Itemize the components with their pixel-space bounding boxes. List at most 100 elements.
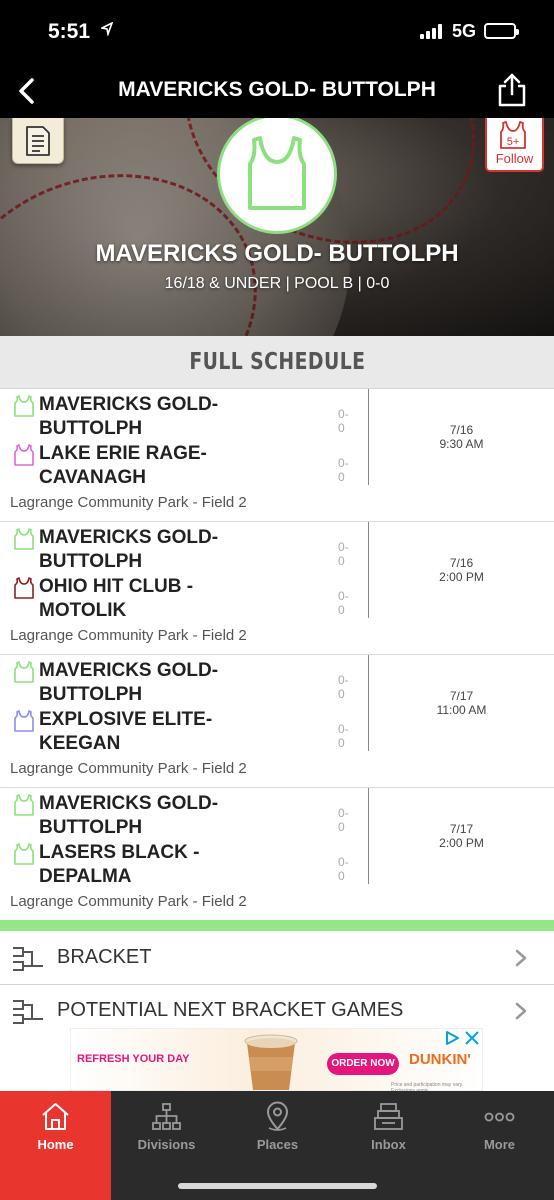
home-team-row: MAVERICKS GOLD- BUTTOLPH 0-0 <box>12 391 349 440</box>
away-jersey-icon <box>14 577 34 599</box>
bracket-icon <box>13 947 43 971</box>
status-time: 5:51 <box>48 20 91 43</box>
game-date: 7/17 <box>449 689 474 703</box>
home-score: 0-0 <box>338 540 349 568</box>
nav-bar: MAVERICKS GOLD- BUTTOLPH <box>0 64 554 118</box>
status-bar: 5:51 5G <box>0 0 554 64</box>
game-card[interactable]: MAVERICKS GOLD- BUTTOLPH 0-0 OHIO HIT CL… <box>0 522 554 655</box>
away-team-name: LASERS BLACK -DEPALMA <box>39 842 200 887</box>
game-card[interactable]: MAVERICKS GOLD- BUTTOLPH 0-0 LAKE ERIE R… <box>0 389 554 522</box>
home-team-row: MAVERICKS GOLD- BUTTOLPH 0-0 <box>12 657 349 706</box>
bracket-link[interactable]: BRACKET <box>0 932 554 984</box>
away-jersey-icon <box>14 444 34 466</box>
team-logo <box>217 118 337 234</box>
game-date: 7/16 <box>449 556 474 570</box>
team-subtitle: 16/18 & UNDER | POOL B | 0-0 <box>164 275 390 292</box>
team-color-band <box>0 920 554 931</box>
share-icon <box>498 73 526 107</box>
game-venue: Lagrange Community Park - Field 2 <box>10 893 247 910</box>
home-team-row: MAVERICKS GOLD- BUTTOLPH 0-0 <box>12 524 349 573</box>
away-team-name: EXPLOSIVE ELITE- KEEGAN <box>39 709 213 754</box>
ad-close-icon[interactable] <box>463 1030 481 1046</box>
tab-more-label: More <box>483 1137 516 1152</box>
battery-icon <box>484 23 519 39</box>
tab-divisions-label: Divisions <box>137 1137 196 1152</box>
tab-home-label: Home <box>37 1137 74 1152</box>
game-time: 9:30 AM <box>439 437 484 451</box>
places-icon <box>266 1101 289 1131</box>
ad-tagline: REFRESH YOUR DAY <box>77 1053 190 1065</box>
away-jersey-icon <box>14 710 34 732</box>
chevron-right-icon <box>515 1002 527 1020</box>
home-team-name: MAVERICKS GOLD- BUTTOLPH <box>39 527 219 572</box>
bracket-label: BRACKET <box>57 946 152 968</box>
signal-icon <box>420 23 442 39</box>
ad-choices-icon[interactable] <box>443 1030 461 1046</box>
home-team-row: MAVERICKS GOLD- BUTTOLPH 0-0 <box>12 790 349 839</box>
share-button[interactable] <box>496 72 528 108</box>
game-venue: Lagrange Community Park - Field 2 <box>10 494 247 511</box>
home-team-name: MAVERICKS GOLD- BUTTOLPH <box>39 793 219 838</box>
home-score: 0-0 <box>338 407 349 435</box>
home-jersey-icon <box>14 395 34 417</box>
home-score: 0-0 <box>338 806 349 834</box>
ad-banner[interactable]: REFRESH YOUR DAY ORDER NOW DUNKIN' Price… <box>70 1028 483 1094</box>
away-score: 0-0 <box>338 589 349 617</box>
game-datetime: 7/17 2:00 PM <box>369 822 554 850</box>
follow-button[interactable]: 5+ Follow <box>485 118 544 172</box>
game-datetime: 7/16 2:00 PM <box>369 556 554 584</box>
follow-label: Follow <box>495 151 534 166</box>
home-team-name: MAVERICKS GOLD- BUTTOLPH <box>39 394 219 439</box>
game-venue: Lagrange Community Park - Field 2 <box>10 627 247 644</box>
game-card[interactable]: MAVERICKS GOLD- BUTTOLPH 0-0 LASERS BLAC… <box>0 788 554 921</box>
tab-inbox-label: Inbox <box>371 1137 406 1152</box>
game-datetime: 7/16 9:30 AM <box>369 423 554 451</box>
away-team-row: OHIO HIT CLUB -MOTOLIK 0-0 <box>12 573 349 622</box>
home-score: 0-0 <box>338 673 349 701</box>
away-team-row: LASERS BLACK -DEPALMA 0-0 <box>12 839 349 888</box>
network-label: 5G <box>452 21 477 41</box>
potential-bracket-games-label: POTENTIAL NEXT BRACKET GAMES <box>57 999 404 1021</box>
notes-icon <box>26 125 50 156</box>
tab-home[interactable]: Home <box>0 1091 111 1200</box>
home-icon <box>42 1103 69 1130</box>
location-arrow-icon <box>99 21 114 40</box>
game-date: 7/16 <box>449 423 474 437</box>
jersey-icon <box>248 136 306 210</box>
notes-button[interactable] <box>12 118 64 164</box>
tab-places-label: Places <box>256 1137 299 1152</box>
away-team-name: LAKE ERIE RAGE- CAVANAGH <box>39 443 207 488</box>
ad-brand: DUNKIN' <box>409 1051 471 1068</box>
home-jersey-icon <box>14 528 34 550</box>
back-button[interactable] <box>14 76 40 106</box>
game-card[interactable]: MAVERICKS GOLD- BUTTOLPH 0-0 EXPLOSIVE E… <box>0 655 554 788</box>
game-date: 7/17 <box>449 822 474 836</box>
schedule-header-label: FULL SCHEDULE <box>188 349 366 375</box>
schedule-header: FULL SCHEDULE <box>0 336 554 389</box>
follow-jersey-icon: 5+ <box>499 121 526 149</box>
ad-order-button[interactable]: ORDER NOW <box>327 1053 399 1075</box>
bracket-icon <box>13 1000 43 1024</box>
tab-more[interactable]: More <box>444 1091 554 1200</box>
away-team-row: EXPLOSIVE ELITE- KEEGAN 0-0 <box>12 706 349 755</box>
game-time: 2:00 PM <box>439 836 484 850</box>
home-team-name: MAVERICKS GOLD- BUTTOLPH <box>39 660 219 705</box>
away-score: 0-0 <box>338 456 349 484</box>
game-venue: Lagrange Community Park - Field 2 <box>10 760 247 777</box>
away-score: 0-0 <box>338 722 349 750</box>
games-list: MAVERICKS GOLD- BUTTOLPH 0-0 LAKE ERIE R… <box>0 389 554 921</box>
away-score: 0-0 <box>338 855 349 883</box>
away-team-row: LAKE ERIE RAGE- CAVANAGH 0-0 <box>12 440 349 489</box>
home-jersey-icon <box>14 661 34 683</box>
away-team-name: OHIO HIT CLUB -MOTOLIK <box>39 576 194 621</box>
divisions-icon <box>152 1103 181 1130</box>
team-hero: 5+ Follow MAVERICKS GOLD- BUTTOLPH 16/18… <box>0 118 554 336</box>
team-name: MAVERICKS GOLD- BUTTOLPH <box>95 240 459 267</box>
more-icon <box>484 1112 515 1122</box>
chevron-right-icon <box>515 949 527 967</box>
page-title: MAVERICKS GOLD- BUTTOLPH <box>118 78 436 101</box>
iced-coffee-image <box>244 1034 298 1090</box>
inbox-icon <box>374 1103 403 1130</box>
game-datetime: 7/17 11:00 AM <box>369 689 554 717</box>
home-indicator <box>178 1183 377 1189</box>
